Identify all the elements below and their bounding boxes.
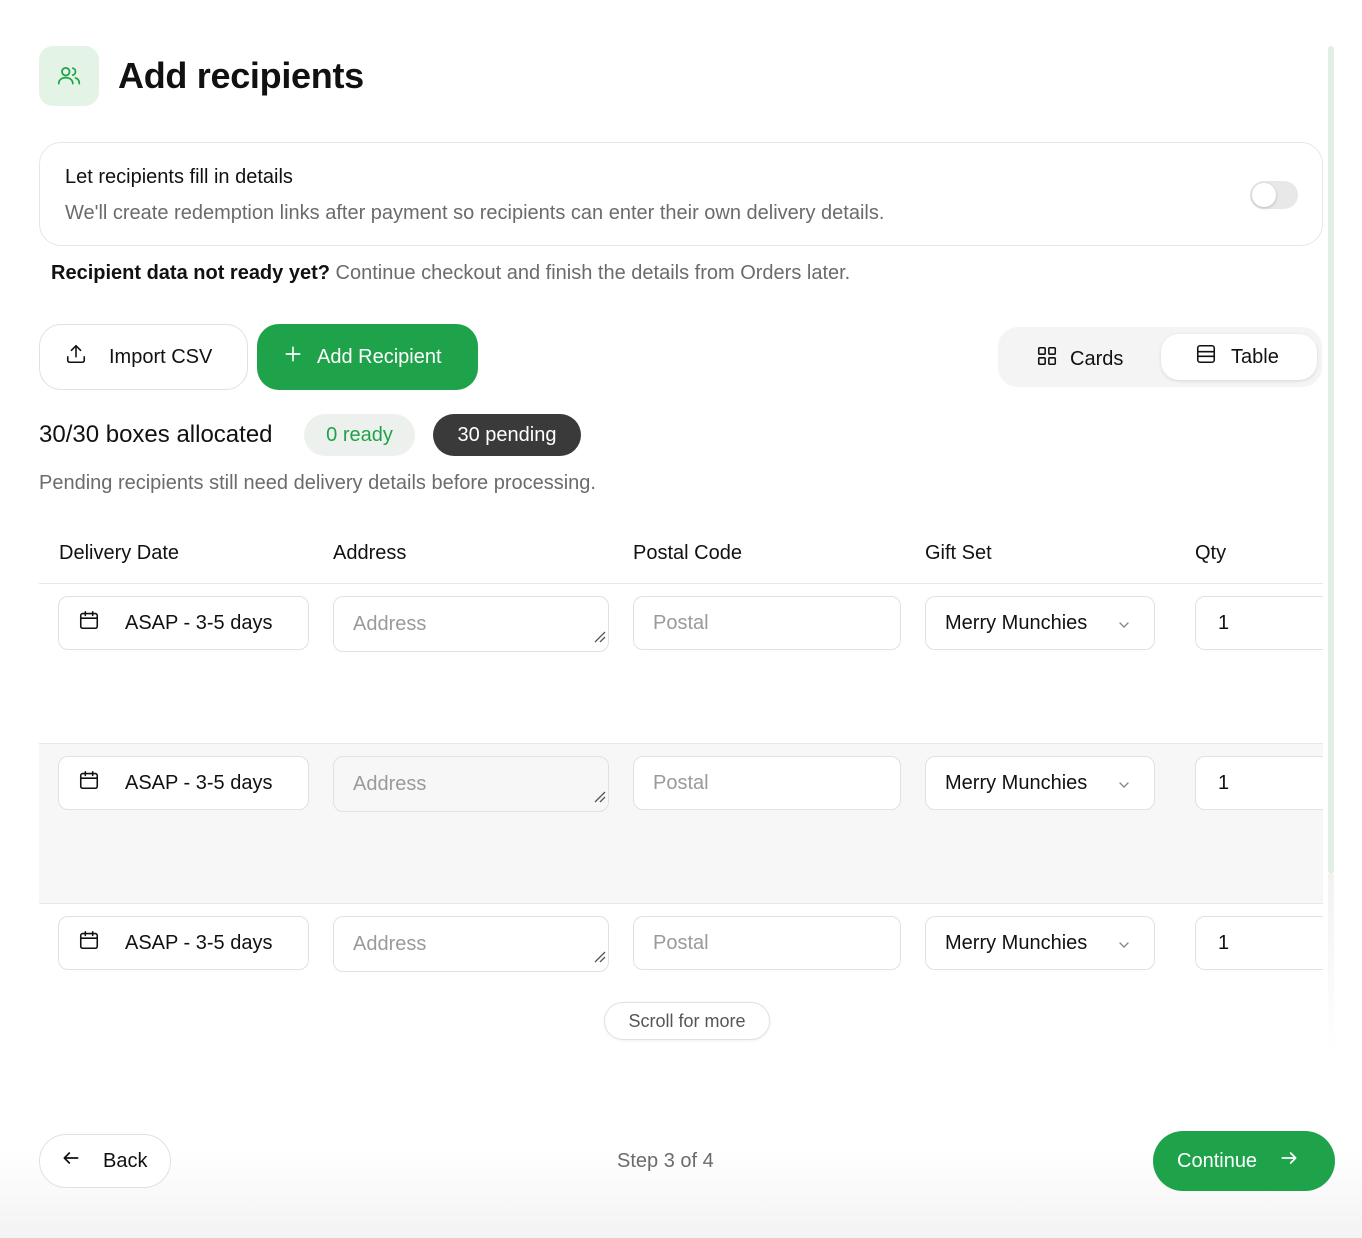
header-postal-code: Postal Code bbox=[633, 542, 742, 564]
postal-placeholder: Postal bbox=[653, 611, 709, 634]
page: Add recipients Let recipients fill in de… bbox=[0, 0, 1362, 1238]
quantity-value: 1 bbox=[1218, 931, 1230, 954]
fill-in-toggle[interactable] bbox=[1250, 181, 1298, 209]
ready-badge: 0 ready bbox=[304, 414, 415, 456]
cards-label: Cards bbox=[1070, 347, 1124, 370]
resize-handle-icon[interactable] bbox=[592, 626, 606, 649]
back-button[interactable]: Back bbox=[39, 1134, 171, 1188]
postal-placeholder: Postal bbox=[653, 931, 709, 954]
gift-set-value: Merry Munchies bbox=[945, 931, 1088, 954]
address-placeholder: Address bbox=[353, 772, 427, 795]
chevron-down-icon bbox=[1116, 776, 1132, 799]
continue-button[interactable]: Continue bbox=[1153, 1131, 1335, 1191]
page-header: Add recipients bbox=[39, 46, 364, 106]
pending-badge: 30 pending bbox=[433, 414, 581, 456]
address-input[interactable]: Address bbox=[333, 756, 609, 812]
scrollbar-track[interactable] bbox=[1328, 874, 1334, 1054]
delivery-date-picker[interactable]: ASAP - 3-5 days bbox=[58, 756, 309, 810]
postal-input[interactable]: Postal bbox=[633, 916, 901, 970]
scroll-for-more-hint[interactable]: Scroll for more bbox=[604, 1002, 770, 1040]
plus-icon bbox=[283, 344, 303, 370]
chevron-down-icon bbox=[1116, 616, 1132, 639]
grid-icon bbox=[1036, 345, 1058, 373]
fill-in-details-card: Let recipients fill in details We'll cre… bbox=[39, 142, 1323, 246]
pending-note: Pending recipients still need delivery d… bbox=[39, 472, 596, 494]
address-input[interactable]: Address bbox=[333, 596, 609, 652]
resize-handle-icon[interactable] bbox=[592, 786, 606, 809]
add-recipient-button[interactable]: Add Recipient bbox=[257, 324, 478, 390]
delivery-date-value: ASAP - 3-5 days bbox=[125, 771, 273, 794]
calendar-icon bbox=[78, 929, 100, 957]
calendar-icon bbox=[78, 769, 100, 797]
quantity-input[interactable]: 1 bbox=[1195, 756, 1323, 810]
users-icon bbox=[39, 46, 99, 106]
add-recipient-label: Add Recipient bbox=[317, 345, 442, 368]
continue-label: Continue bbox=[1177, 1149, 1258, 1172]
gift-set-select[interactable]: Merry Munchies bbox=[925, 596, 1155, 650]
import-csv-label: Import CSV bbox=[109, 345, 213, 368]
view-table-button[interactable]: Table bbox=[1161, 334, 1317, 380]
scrollbar-thumb[interactable] bbox=[1328, 46, 1334, 874]
import-csv-button[interactable]: Import CSV bbox=[39, 324, 248, 390]
gift-set-value: Merry Munchies bbox=[945, 771, 1088, 794]
delivery-date-value: ASAP - 3-5 days bbox=[125, 611, 273, 634]
toggle-knob bbox=[1252, 183, 1276, 207]
note-rest: Continue checkout and finish the details… bbox=[329, 262, 851, 284]
table-icon bbox=[1195, 343, 1217, 371]
quantity-input[interactable]: 1 bbox=[1195, 596, 1323, 650]
note-strong: Recipient data not ready yet? bbox=[51, 262, 330, 284]
gift-set-select[interactable]: Merry Munchies bbox=[925, 916, 1155, 970]
table-row: ASAP - 3-5 days Address Postal Merry Mun… bbox=[39, 584, 1323, 744]
address-placeholder: Address bbox=[353, 932, 427, 955]
delivery-date-picker[interactable]: ASAP - 3-5 days bbox=[58, 916, 309, 970]
arrow-right-icon bbox=[1279, 1148, 1299, 1174]
page-title: Add recipients bbox=[118, 55, 364, 96]
header-qty: Qty bbox=[1195, 542, 1227, 564]
upload-icon bbox=[65, 343, 87, 371]
back-label: Back bbox=[103, 1149, 148, 1172]
postal-input[interactable]: Postal bbox=[633, 756, 901, 810]
gift-set-select[interactable]: Merry Munchies bbox=[925, 756, 1155, 810]
view-toggle: Cards Table bbox=[998, 327, 1322, 387]
header-address: Address bbox=[333, 542, 407, 564]
address-placeholder: Address bbox=[353, 612, 427, 635]
recipients-table: Delivery Date Address Postal Code Gift S… bbox=[39, 530, 1323, 1050]
fill-in-title: Let recipients fill in details bbox=[65, 166, 293, 188]
quantity-value: 1 bbox=[1218, 771, 1230, 794]
resize-handle-icon[interactable] bbox=[592, 946, 606, 969]
table-label: Table bbox=[1231, 345, 1279, 368]
delivery-date-picker[interactable]: ASAP - 3-5 days bbox=[58, 596, 309, 650]
step-indicator: Step 3 of 4 bbox=[617, 1150, 714, 1172]
postal-placeholder: Postal bbox=[653, 771, 709, 794]
calendar-icon bbox=[78, 609, 100, 637]
quantity-input[interactable]: 1 bbox=[1195, 916, 1323, 970]
allocation-summary: 30/30 boxes allocated bbox=[39, 421, 273, 448]
address-input[interactable]: Address bbox=[333, 916, 609, 972]
arrow-left-icon bbox=[61, 1148, 81, 1174]
fill-in-description: We'll create redemption links after paym… bbox=[65, 202, 885, 224]
table-row: ASAP - 3-5 days Address Postal Merry Mun… bbox=[39, 744, 1323, 904]
checkout-note: Recipient data not ready yet? Continue c… bbox=[51, 262, 850, 285]
header-gift-set: Gift Set bbox=[925, 542, 992, 564]
delivery-date-value: ASAP - 3-5 days bbox=[125, 931, 273, 954]
gift-set-value: Merry Munchies bbox=[945, 611, 1088, 634]
view-cards-button[interactable]: Cards bbox=[1036, 345, 1123, 373]
chevron-down-icon bbox=[1116, 936, 1132, 959]
quantity-value: 1 bbox=[1218, 611, 1230, 634]
postal-input[interactable]: Postal bbox=[633, 596, 901, 650]
header-delivery-date: Delivery Date bbox=[59, 542, 180, 564]
